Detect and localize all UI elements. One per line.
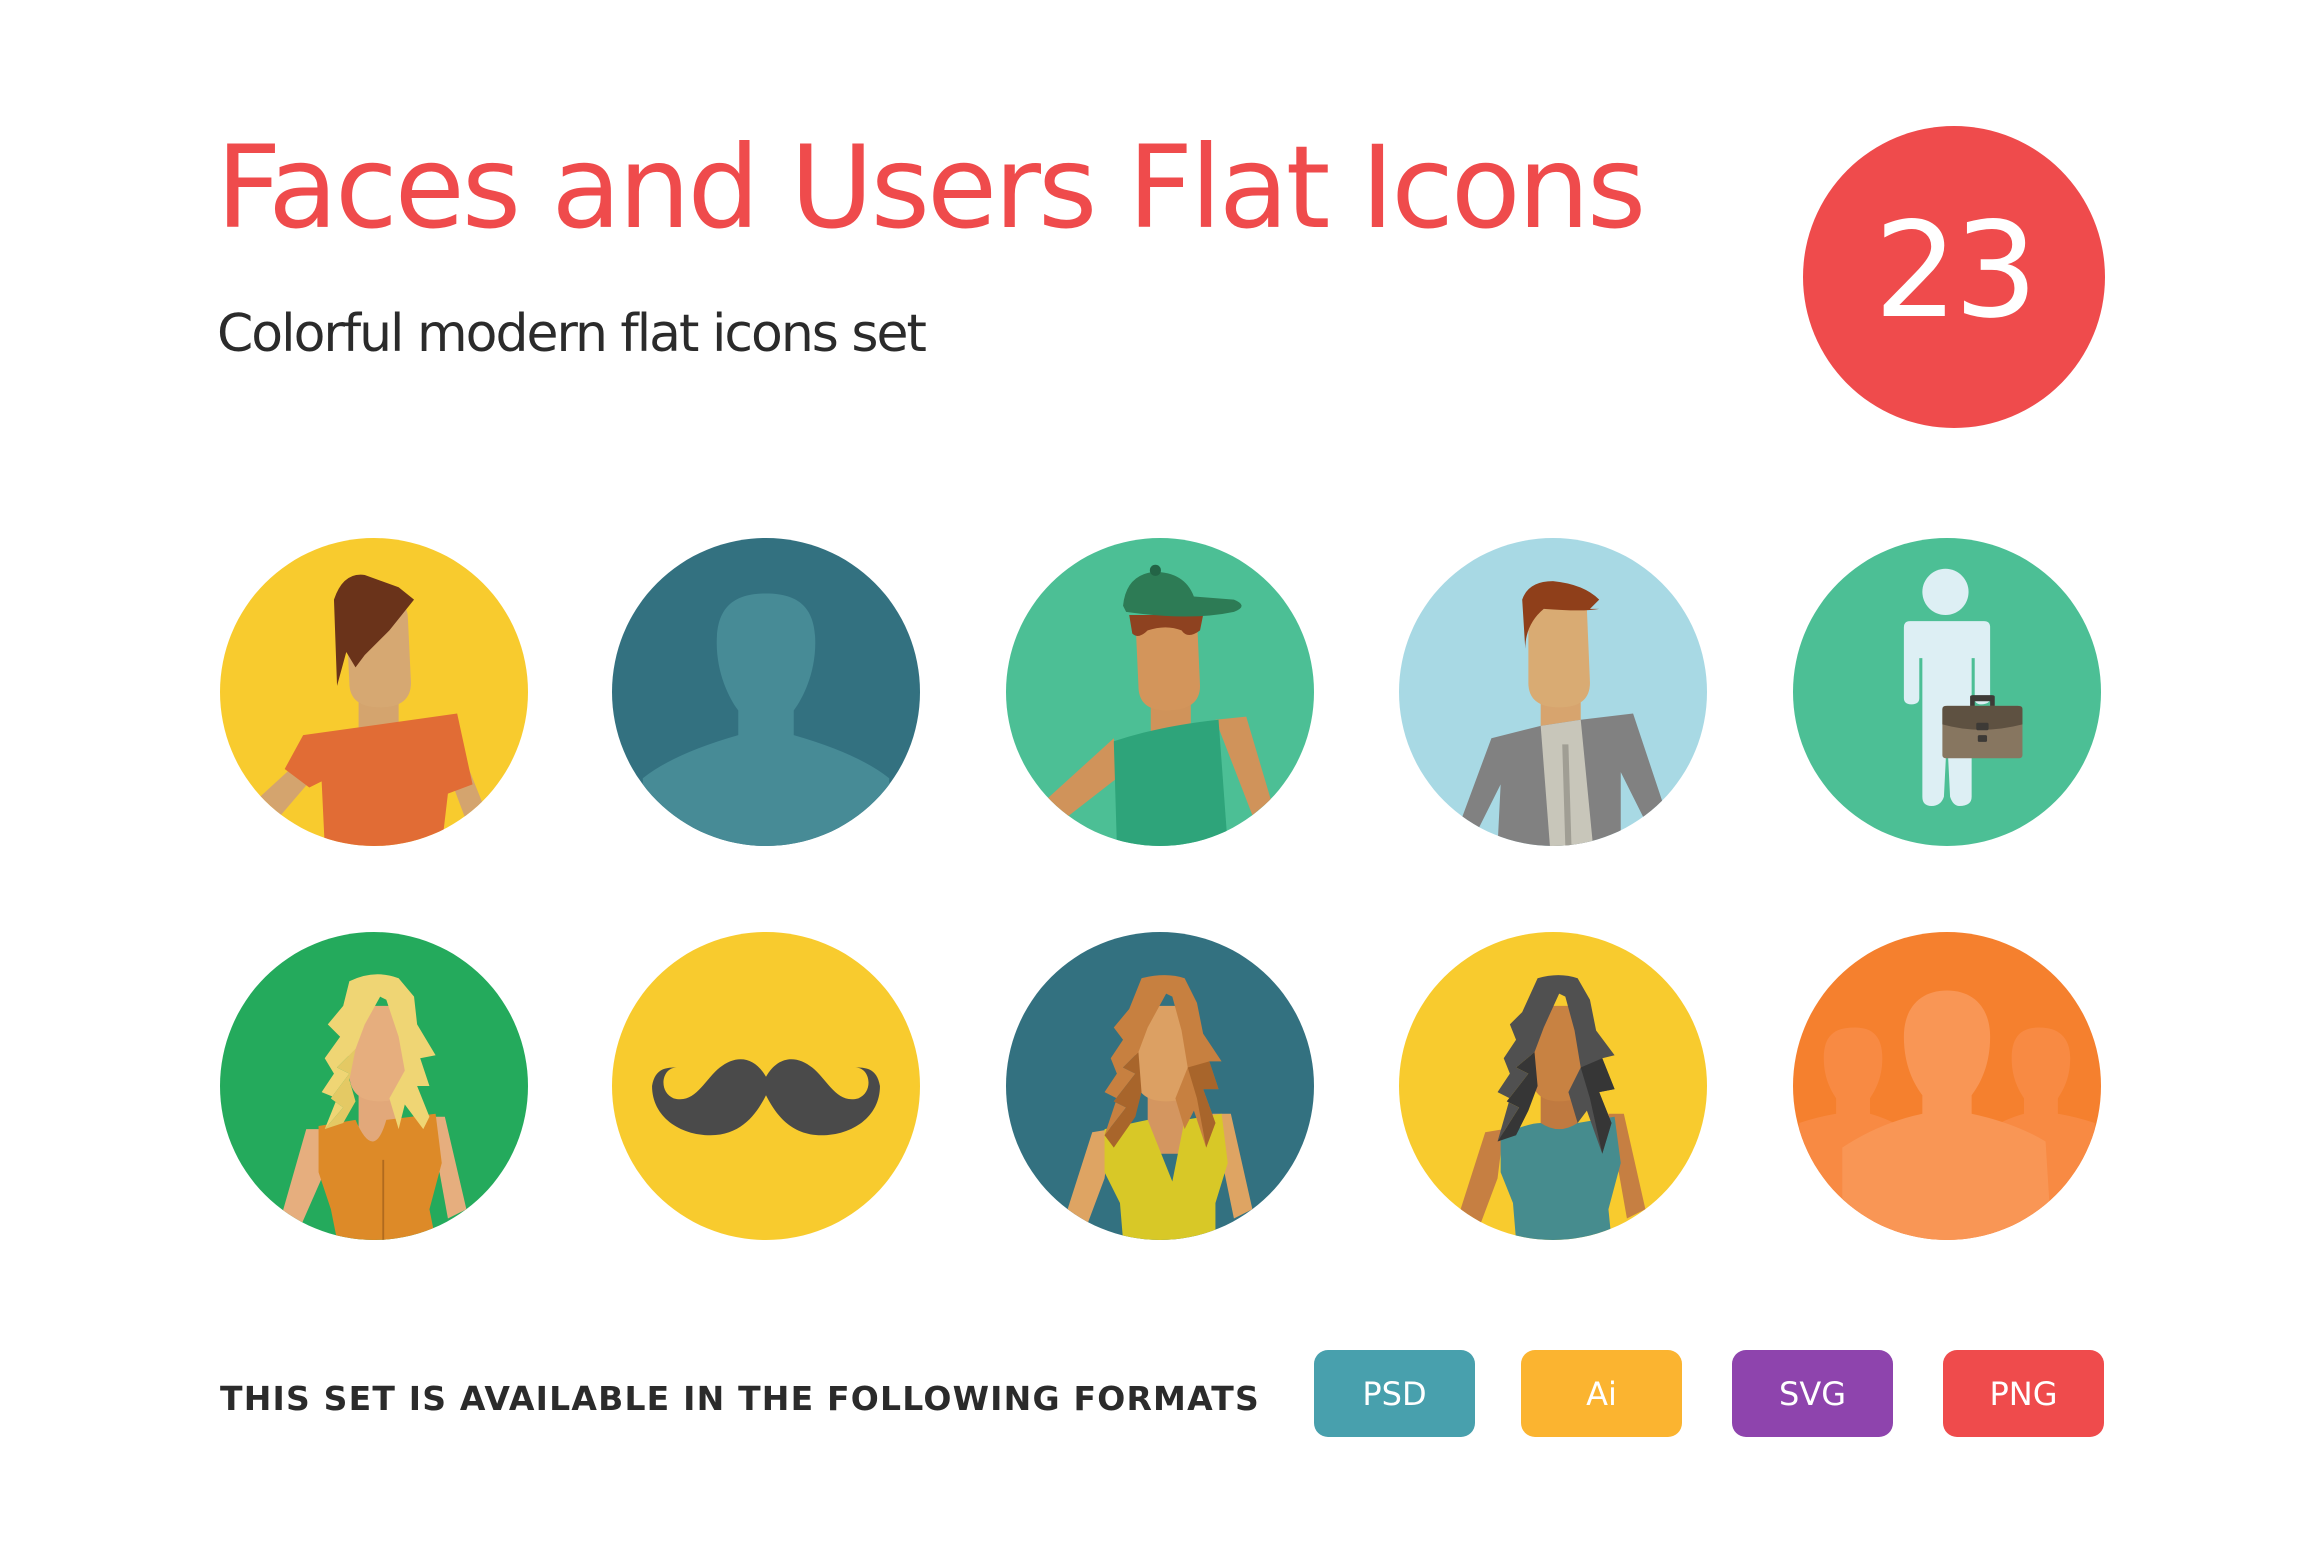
icon-man-brown-hair-orange-shirt	[220, 538, 528, 846]
woman-blonde-icon	[220, 932, 528, 1240]
page-subtitle: Colorful modern flat icons set	[217, 304, 927, 364]
icon-woman-dark-hair	[1399, 932, 1707, 1240]
icon-man-green-cap	[1006, 538, 1314, 846]
woman-auburn-icon	[1006, 932, 1314, 1240]
icon-woman-auburn-hair	[1006, 932, 1314, 1240]
icon-user-group	[1793, 932, 2101, 1240]
user-group-icon	[1793, 932, 2101, 1240]
man-cap-icon	[1006, 538, 1314, 846]
format-svg-button[interactable]: SVG	[1732, 1350, 1893, 1437]
formats-label: THIS SET IS AVAILABLE IN THE FOLLOWING F…	[220, 1379, 1260, 1418]
icon-man-with-briefcase	[1793, 538, 2101, 846]
businessman-icon	[1399, 538, 1707, 846]
format-png-button[interactable]: PNG	[1943, 1350, 2104, 1437]
man-avatar-icon	[220, 538, 528, 846]
woman-dark-hair-icon	[1399, 932, 1707, 1240]
format-ai-button[interactable]: Ai	[1521, 1350, 1682, 1437]
user-silhouette-icon	[612, 538, 920, 846]
businessman-briefcase-icon	[1793, 538, 2101, 846]
format-psd-button[interactable]: PSD	[1314, 1350, 1475, 1437]
icon-businessman-grey-jacket	[1399, 538, 1707, 846]
page-title: Faces and Users Flat Icons	[216, 121, 1646, 254]
icon-default-user-silhouette	[612, 538, 920, 846]
icon-count: 23	[1874, 194, 2038, 348]
mustache-icon	[612, 932, 920, 1240]
icon-woman-blonde-hair	[220, 932, 528, 1240]
icon-count-badge: 23	[1803, 126, 2105, 428]
icon-mustache	[612, 932, 920, 1240]
